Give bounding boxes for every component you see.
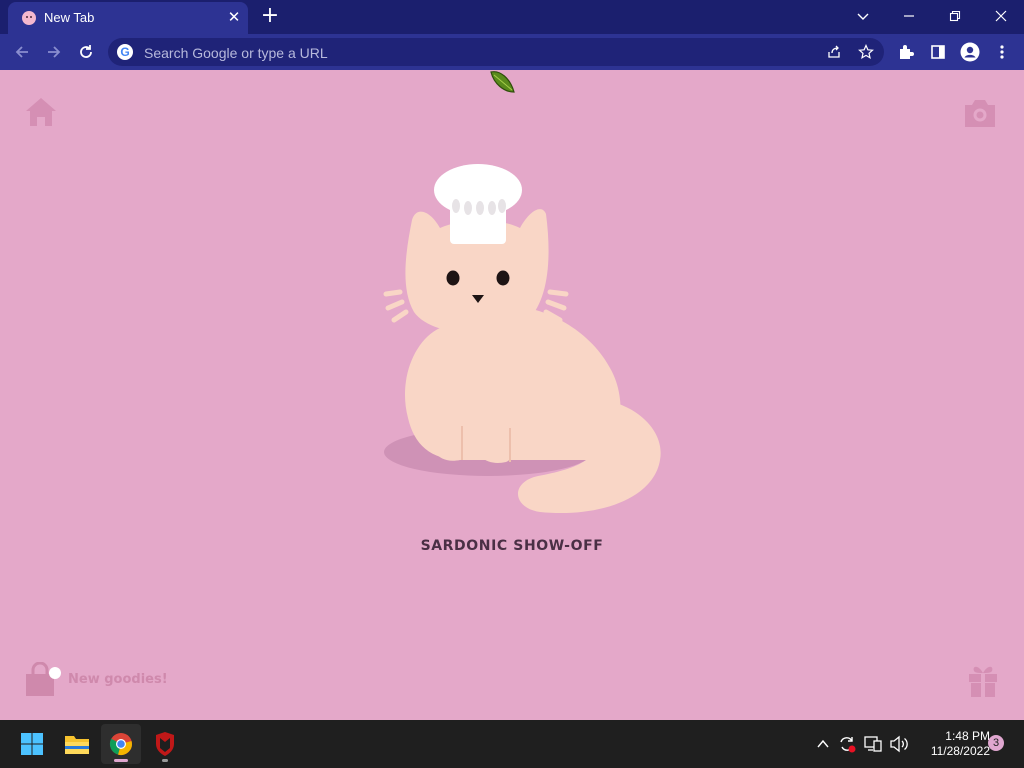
cat-right-eye	[496, 270, 510, 286]
menu-button[interactable]	[988, 38, 1016, 66]
network-tray-button[interactable]	[862, 733, 884, 755]
omnibox[interactable]: G	[108, 38, 884, 66]
show-hidden-icons-button[interactable]	[812, 733, 834, 755]
profile-avatar-icon	[960, 42, 980, 62]
tab-new-tab[interactable]: New Tab ✕	[8, 2, 248, 34]
reload-icon	[80, 45, 92, 58]
forward-button[interactable]	[40, 38, 68, 66]
active-app-indicator	[114, 759, 128, 762]
network-icon	[864, 736, 882, 752]
restore-icon	[949, 10, 961, 22]
share-button[interactable]	[820, 38, 848, 66]
star-icon	[858, 44, 874, 60]
gift-button[interactable]	[966, 662, 1000, 702]
google-icon: G	[117, 44, 133, 60]
chevron-up-icon	[817, 739, 829, 748]
gift-icon	[969, 666, 997, 697]
cat-favicon-icon	[22, 11, 36, 25]
cat-illustration	[383, 164, 661, 514]
clock-date: 11/28/2022	[930, 744, 990, 758]
goodies-label: New goodies!	[68, 672, 168, 687]
extensions-button[interactable]	[892, 38, 920, 66]
close-icon	[995, 10, 1007, 22]
address-input[interactable]	[142, 42, 786, 64]
profile-button[interactable]	[956, 38, 984, 66]
tab-search-button[interactable]	[840, 0, 886, 32]
mcafee-taskbar-button[interactable]	[145, 724, 185, 764]
shopping-bag-icon	[26, 662, 61, 696]
volume-tray-button[interactable]	[888, 733, 910, 755]
chrome-taskbar-button[interactable]	[101, 724, 141, 764]
clock-time: 1:48 PM	[945, 729, 990, 743]
running-app-indicator	[162, 759, 168, 762]
bookmark-button[interactable]	[852, 38, 880, 66]
windows-logo-icon	[21, 733, 43, 755]
minimize-button[interactable]	[886, 0, 932, 32]
cat-left-eye	[446, 270, 460, 286]
windows-taskbar: 1:48 PM 11/28/2022 3	[0, 720, 1024, 768]
chevron-down-icon	[857, 13, 869, 20]
browser-toolbar: G	[0, 34, 1024, 70]
home-icon	[26, 98, 56, 126]
tab-close-button[interactable]: ✕	[224, 7, 244, 27]
puzzle-piece-icon	[900, 45, 914, 59]
speaker-icon	[890, 735, 908, 753]
sync-icon	[840, 737, 856, 753]
home-button[interactable]	[24, 96, 58, 132]
restore-button[interactable]	[932, 0, 978, 32]
cat-name-label: SARDONIC SHOW-OFF	[420, 538, 604, 554]
tab-title: New Tab	[44, 10, 95, 25]
chrome-icon	[109, 733, 132, 755]
side-panel-button[interactable]	[924, 38, 952, 66]
share-icon	[828, 45, 840, 58]
back-button[interactable]	[8, 38, 36, 66]
kebab-menu-icon	[1000, 45, 1004, 59]
whiskers-right	[543, 289, 569, 323]
sync-tray-button[interactable]	[836, 733, 858, 755]
system-clock[interactable]: 1:48 PM 11/28/2022	[914, 729, 990, 759]
camera-button[interactable]	[962, 97, 998, 133]
start-button[interactable]	[12, 724, 52, 764]
close-window-button[interactable]	[978, 0, 1024, 32]
whiskers-left	[383, 289, 409, 323]
back-arrow-icon	[15, 46, 28, 58]
tab-strip: New Tab ✕ +	[0, 0, 1024, 34]
forward-arrow-icon	[48, 46, 61, 58]
mcafee-shield-icon	[156, 732, 174, 756]
reload-button[interactable]	[72, 38, 100, 66]
side-panel-icon	[931, 45, 945, 59]
new-goodies-button[interactable]: New goodies!	[24, 662, 194, 698]
new-tab-button[interactable]: +	[258, 5, 282, 29]
camera-icon	[965, 100, 995, 127]
file-explorer-button[interactable]	[57, 724, 97, 764]
notification-count-badge[interactable]: 3	[988, 735, 1004, 751]
leaf-cursor-icon	[490, 71, 515, 93]
folder-icon	[65, 736, 89, 754]
minimize-icon	[904, 15, 914, 17]
